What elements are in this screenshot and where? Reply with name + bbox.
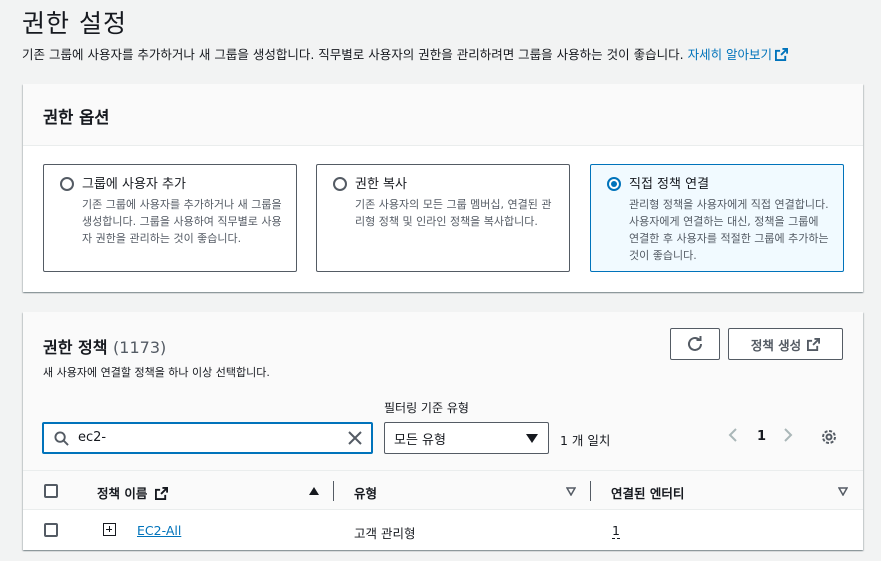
column-divider [333, 481, 334, 501]
create-policy-label: 정책 생성 [750, 337, 802, 353]
option-attach-policies-directly[interactable]: 직접 정책 연결 관리형 정책을 사용자에게 직접 연결합니다. 사용자에게 연… [590, 164, 844, 272]
policies-heading-text: 권한 정책 [43, 338, 108, 357]
row-checkbox[interactable] [44, 523, 58, 537]
select-all-checkbox[interactable] [44, 484, 58, 498]
option-description: 관리형 정책을 사용자에게 직접 연결합니다. 사용자에게 연결하는 대신, 정… [629, 198, 829, 262]
chevron-right-icon[interactable] [782, 427, 794, 443]
external-link-icon [154, 487, 168, 500]
chevron-left-icon[interactable] [727, 427, 739, 443]
gear-icon[interactable] [820, 428, 838, 446]
match-count: 1 개 일치 [560, 433, 611, 448]
permission-options-heading: 권한 옵션 [43, 108, 110, 127]
option-title: 직접 정책 연결 [629, 177, 710, 192]
column-type[interactable]: 유형 [354, 483, 377, 502]
external-link-icon [807, 337, 821, 351]
policy-name-link[interactable]: EC2-All [137, 523, 181, 538]
option-copy-permissions[interactable]: 권한 복사 기존 사용자의 모든 그룹 멤버십, 연결된 관리형 정책 및 인라… [316, 164, 570, 272]
policy-search-input[interactable]: ec2- [42, 422, 373, 454]
permission-options-header: 권한 옵션 [23, 84, 863, 146]
expand-icon[interactable] [103, 523, 116, 536]
create-policy-button[interactable]: 정책 생성 [728, 328, 843, 360]
refresh-button[interactable] [670, 328, 720, 360]
option-description: 기존 그룹에 사용자를 추가하거나 새 그룹을 생성합니다. 그룹을 사용하여 … [82, 198, 282, 245]
sort-ascending-icon[interactable] [309, 487, 319, 495]
permission-policies-panel: 권한 정책 (1173) 새 사용자에 연결할 정책을 하나 이상 선택합니다.… [23, 312, 863, 550]
attached-entities-count[interactable]: 1 [612, 523, 620, 539]
current-page[interactable]: 1 [757, 429, 766, 444]
policies-heading: 권한 정책 (1173) [43, 334, 166, 358]
sort-icon[interactable] [838, 487, 848, 496]
filter-type-value: 모든 유형 [394, 433, 446, 448]
page-description: 기존 그룹에 사용자를 추가하거나 새 그룹을 생성합니다. 직무별로 사용자의… [22, 44, 789, 63]
learn-more-label: 자세히 알아보기 [687, 47, 773, 62]
clear-icon[interactable] [347, 430, 363, 446]
sort-icon[interactable] [566, 487, 576, 496]
policies-count: (1173) [113, 338, 167, 357]
policy-type: 고객 관리형 [354, 526, 416, 541]
page-title: 권한 설정 [22, 9, 127, 38]
page-description-text: 기존 그룹에 사용자를 추가하거나 새 그룹을 생성합니다. 직무별로 사용자의… [22, 47, 684, 62]
external-link-icon [775, 48, 789, 61]
column-attached-entities[interactable]: 연결된 엔터티 [611, 483, 684, 502]
column-policy-name-label: 정책 이름 [97, 486, 148, 501]
policies-description: 새 사용자에 연결할 정책을 하나 이상 선택합니다. [43, 366, 270, 379]
learn-more-link[interactable]: 자세히 알아보기 [687, 47, 789, 62]
radio-add-to-group[interactable] [60, 177, 74, 191]
radio-attach-policies-directly[interactable] [607, 177, 621, 191]
filter-type-label: 필터링 기준 유형 [384, 401, 469, 415]
option-add-to-group[interactable]: 그룹에 사용자 추가 기존 그룹에 사용자를 추가하거나 새 그룹을 생성합니다… [43, 164, 297, 272]
refresh-icon [688, 336, 702, 351]
table-header: 정책 이름 유형 연결된 엔터티 [23, 470, 863, 510]
option-description: 기존 사용자의 모든 그룹 멤버십, 연결된 관리형 정책 및 인라인 정책을 … [355, 198, 552, 228]
search-value: ec2- [78, 430, 107, 445]
table-row[interactable]: EC2-All 고객 관리형 1 [23, 510, 863, 550]
option-title: 그룹에 사용자 추가 [82, 177, 186, 192]
search-icon [54, 431, 69, 446]
filter-type-select[interactable]: 모든 유형 [384, 422, 549, 454]
column-divider [590, 481, 591, 501]
column-policy-name[interactable]: 정책 이름 [97, 483, 168, 502]
permission-options-panel: 권한 옵션 그룹에 사용자 추가 기존 그룹에 사용자를 추가하거나 새 그룹을… [23, 84, 863, 292]
radio-copy-permissions[interactable] [333, 177, 347, 191]
option-title: 권한 복사 [355, 177, 407, 192]
caret-down-icon [526, 434, 538, 443]
